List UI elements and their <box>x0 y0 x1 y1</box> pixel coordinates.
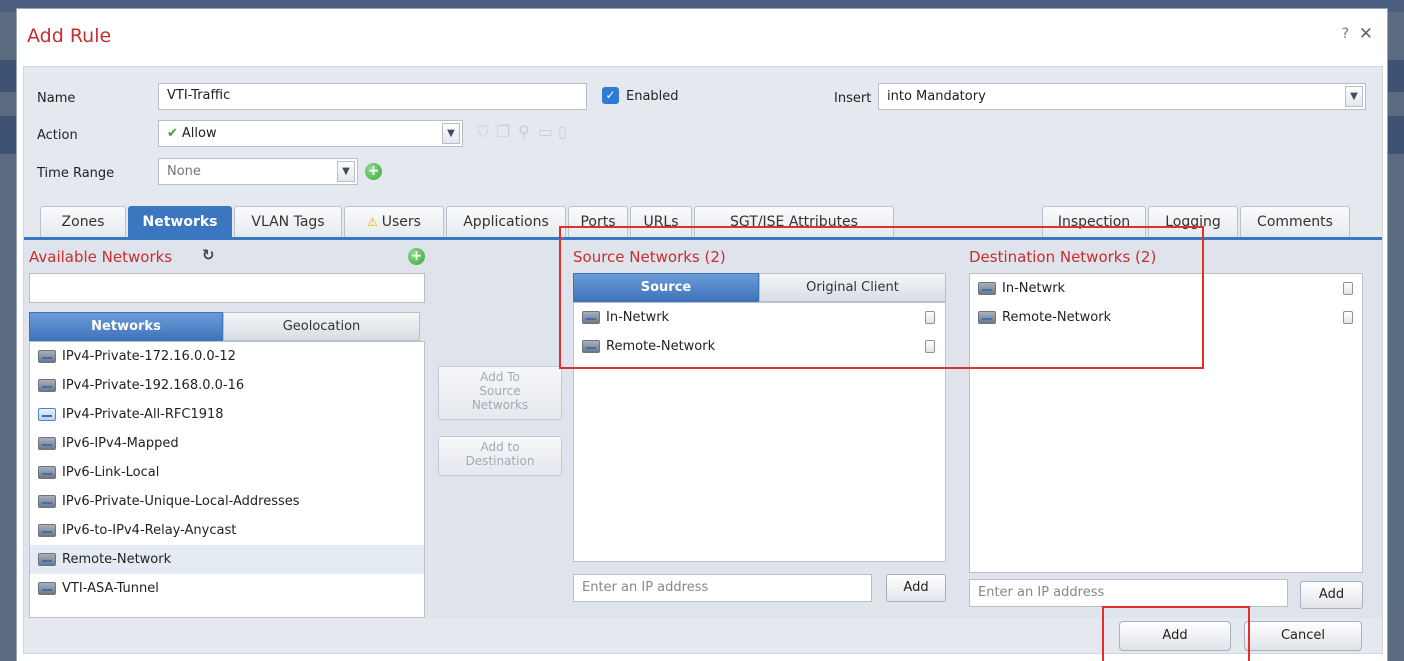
name-input[interactable]: VTI-Traffic <box>158 83 587 110</box>
warning-icon: ⚠ <box>367 215 378 229</box>
list-item[interactable]: IPv6-Link-Local <box>30 458 424 487</box>
network-object-icon <box>38 582 56 595</box>
add-time-range-icon[interactable]: + <box>365 163 382 180</box>
tab-sgt-ise-attributes[interactable]: SGT/ISE Attributes <box>694 206 894 237</box>
time-range-value: None <box>167 164 201 179</box>
network-object-icon <box>38 553 56 566</box>
network-object-icon <box>978 282 996 295</box>
subtab-original-client[interactable]: Original Client <box>759 273 946 302</box>
folder-icon: ▭ <box>538 122 554 141</box>
delete-icon[interactable] <box>925 311 935 324</box>
network-object-icon <box>38 437 56 450</box>
subtab-networks[interactable]: Networks <box>29 312 223 341</box>
list-item[interactable]: In-Netwrk <box>970 274 1362 303</box>
action-select[interactable]: ✔ Allow ▼ <box>158 120 463 147</box>
network-object-icon <box>38 379 56 392</box>
list-item[interactable]: IPv6-Private-Unique-Local-Addresses <box>30 487 424 516</box>
time-range-label: Time Range <box>37 166 115 181</box>
network-object-icon <box>38 350 56 363</box>
available-networks-list[interactable]: IPv4-Private-172.16.0.0-12 IPv4-Private-… <box>29 341 425 618</box>
destination-ip-input[interactable]: Enter an IP address <box>969 579 1288 607</box>
allow-check-icon: ✔ <box>167 126 178 141</box>
refresh-icon[interactable]: ↻ <box>202 246 215 264</box>
insert-select-value: into Mandatory <box>887 89 986 104</box>
enabled-label: Enabled <box>626 89 679 104</box>
delete-icon[interactable] <box>925 340 935 353</box>
tab-urls[interactable]: URLs <box>630 206 692 237</box>
tab-networks[interactable]: Networks <box>128 206 232 237</box>
help-icon[interactable]: ? <box>1342 26 1349 42</box>
tab-users[interactable]: ⚠ Users <box>344 206 444 237</box>
name-label: Name <box>37 91 76 106</box>
list-item[interactable]: IPv6-IPv4-Mapped <box>30 429 424 458</box>
action-select-value: Allow <box>181 126 217 141</box>
close-icon[interactable]: ✕ <box>1359 24 1373 44</box>
destination-networks-title: Destination Networks (2) <box>969 248 1157 266</box>
source-networks-title: Source Networks (2) <box>573 248 726 266</box>
tab-applications[interactable]: Applications <box>446 206 566 237</box>
chevron-down-icon: ▼ <box>1345 86 1363 107</box>
list-item[interactable]: Remote-Network <box>970 303 1362 332</box>
destination-networks-list[interactable]: In-Netwrk Remote-Network <box>969 273 1363 573</box>
delete-icon[interactable] <box>1343 282 1353 295</box>
user-search-icon: ⚲ <box>518 122 530 141</box>
tab-comments[interactable]: Comments <box>1240 206 1350 237</box>
network-object-icon <box>38 466 56 479</box>
add-rule-button[interactable]: Add <box>1119 621 1231 651</box>
add-to-destination-button[interactable]: Add to Destination <box>438 436 562 476</box>
network-object-icon <box>38 524 56 537</box>
source-ip-input[interactable]: Enter an IP address <box>573 574 872 602</box>
network-object-icon <box>582 340 600 353</box>
list-item[interactable]: IPv6-to-IPv4-Relay-Anycast <box>30 516 424 545</box>
tab-vlan-tags[interactable]: VLAN Tags <box>234 206 342 237</box>
document-icon: ▯ <box>558 122 567 141</box>
tab-users-label: Users <box>381 214 421 230</box>
list-item[interactable]: IPv4-Private-192.168.0.0-16 <box>30 371 424 400</box>
dialog-header: Add Rule ? ✕ <box>17 9 1387 59</box>
network-object-icon <box>38 495 56 508</box>
add-to-source-button[interactable]: Add To Source Networks <box>438 366 562 420</box>
source-add-button[interactable]: Add <box>886 574 946 602</box>
tab-zones[interactable]: Zones <box>40 206 126 237</box>
chevron-down-icon: ▼ <box>337 161 355 182</box>
copy-icon: ❐ <box>496 122 511 141</box>
networks-panel: Available Networks ↻ + Networks Geolocat… <box>24 240 1382 618</box>
list-item[interactable]: Remote-Network <box>574 332 945 361</box>
dialog-title: Add Rule <box>27 25 112 47</box>
subtab-geolocation[interactable]: Geolocation <box>223 312 420 341</box>
shield-icon: ⛉ <box>477 122 490 141</box>
network-object-icon <box>978 311 996 324</box>
rule-form: Name VTI-Traffic ✓ Enabled Insert into M… <box>23 66 1383 654</box>
enabled-checkbox[interactable]: ✓ <box>602 87 619 104</box>
destination-add-button[interactable]: Add <box>1300 581 1363 609</box>
available-networks-title: Available Networks <box>29 248 173 266</box>
list-item[interactable]: VTI-ASA-Tunnel <box>30 574 424 603</box>
list-item[interactable]: IPv4-Private-172.16.0.0-12 <box>30 342 424 371</box>
chevron-down-icon: ▼ <box>442 123 460 144</box>
tab-inspection[interactable]: Inspection <box>1042 206 1146 237</box>
time-range-select[interactable]: None ▼ <box>158 158 358 185</box>
action-label: Action <box>37 128 78 143</box>
add-network-icon[interactable]: + <box>408 248 425 265</box>
add-rule-dialog: Add Rule ? ✕ Name VTI-Traffic ✓ Enabled … <box>16 8 1388 661</box>
list-item[interactable]: IPv4-Private-All-RFC1918 <box>30 400 424 429</box>
insert-label: Insert <box>834 91 872 106</box>
source-networks-list[interactable]: In-Netwrk Remote-Network <box>573 302 946 562</box>
list-item-selected[interactable]: Remote-Network <box>30 545 424 574</box>
tab-ports[interactable]: Ports <box>568 206 628 237</box>
available-search-input[interactable] <box>29 273 425 303</box>
network-group-icon <box>38 408 56 421</box>
subtab-source[interactable]: Source <box>573 273 759 302</box>
delete-icon[interactable] <box>1343 311 1353 324</box>
tab-logging[interactable]: Logging <box>1148 206 1238 237</box>
list-item[interactable]: In-Netwrk <box>574 303 945 332</box>
insert-select[interactable]: into Mandatory ▼ <box>878 83 1366 110</box>
cancel-button[interactable]: Cancel <box>1244 621 1362 651</box>
network-object-icon <box>582 311 600 324</box>
